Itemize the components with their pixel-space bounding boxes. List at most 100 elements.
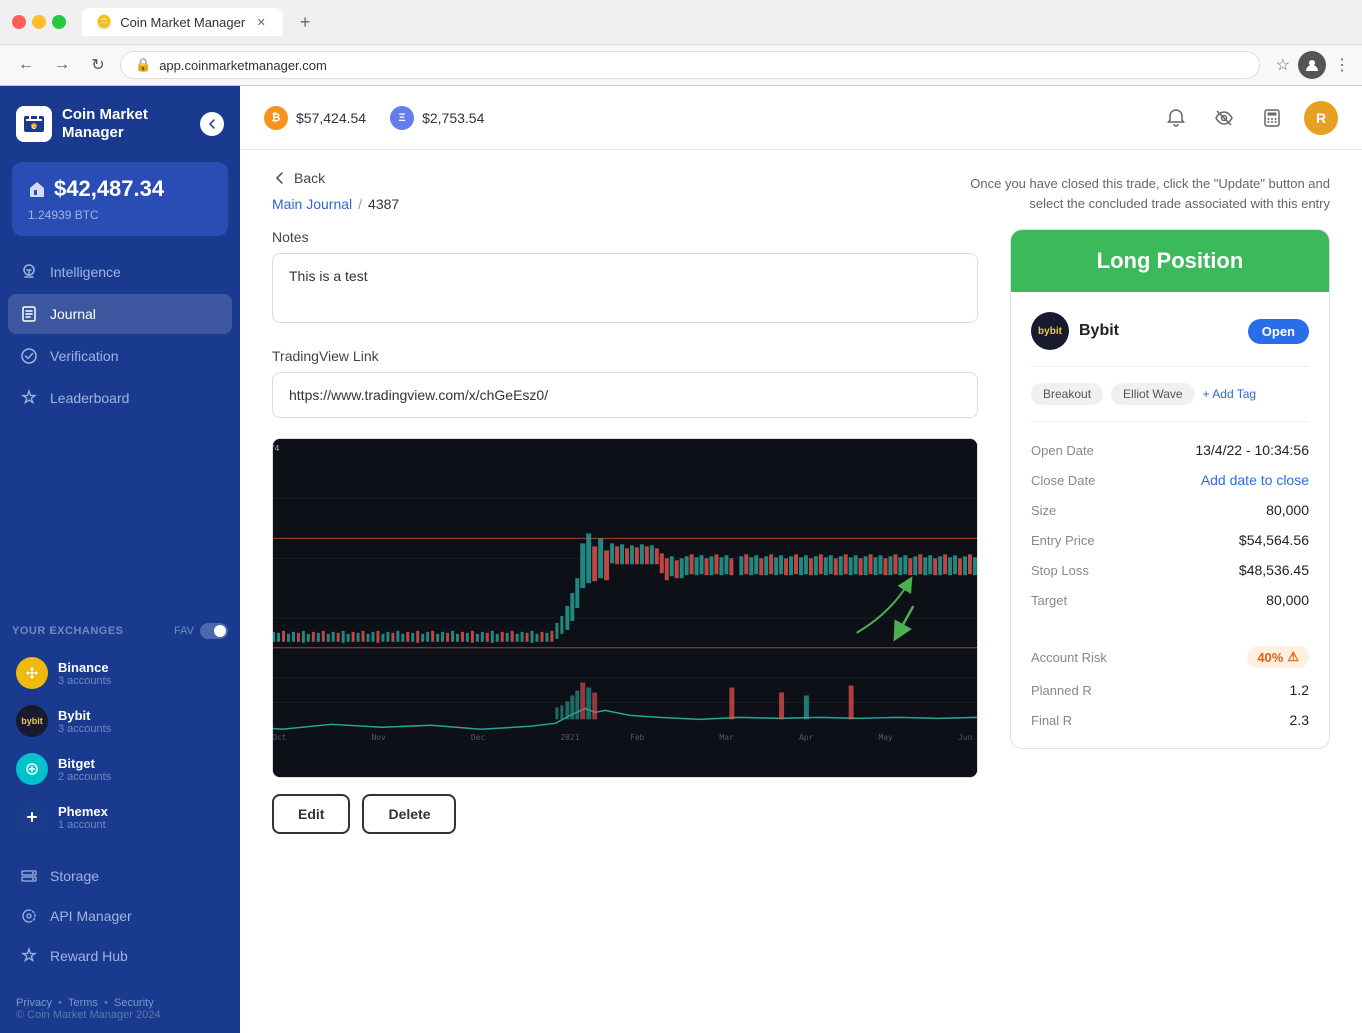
risk-warning-icon: ⚠: [1287, 649, 1299, 665]
account-risk-value: 40%: [1257, 650, 1283, 665]
bitget-accounts: 2 accounts: [58, 771, 224, 783]
hide-icon[interactable]: [1208, 102, 1240, 134]
entry-price-row: Entry Price $54,564.56: [1031, 532, 1309, 548]
back-arrow-icon: [272, 170, 288, 186]
page-content: Back Main Journal / 4387 Once you have c…: [240, 150, 1362, 1033]
logo-text: Coin Market Manager: [62, 106, 148, 142]
back-label: Back: [294, 170, 325, 186]
sidebar-item-intelligence[interactable]: Intelligence: [8, 252, 232, 292]
open-date-row: Open Date 13/4/22 - 10:34:56: [1031, 442, 1309, 458]
planned-r-value: 1.2: [1290, 682, 1309, 698]
delete-button[interactable]: Delete: [362, 794, 456, 834]
exchange-row: bybit Bybit Open: [1031, 312, 1309, 367]
new-tab-button[interactable]: +: [291, 8, 319, 36]
user-avatar-button[interactable]: R: [1304, 101, 1338, 135]
final-r-value: 2.3: [1290, 712, 1309, 728]
chrome-menu-icon[interactable]: ⋮: [1334, 55, 1350, 75]
forward-navigation-button[interactable]: →: [48, 51, 76, 79]
breadcrumb-parent[interactable]: Main Journal: [272, 196, 352, 212]
close-date-label: Close Date: [1031, 473, 1095, 488]
breadcrumb-area: Back Main Journal / 4387: [272, 170, 399, 212]
svg-text:C: C: [32, 125, 36, 131]
trade-right: Long Position bybit Bybit Open: [1010, 229, 1330, 749]
footer-privacy-link[interactable]: Privacy: [16, 997, 52, 1009]
exchange-bybit[interactable]: bybit Bybit 3 accounts: [12, 697, 228, 745]
intelligence-label: Intelligence: [50, 264, 121, 280]
back-button[interactable]: Back: [272, 170, 399, 186]
exchange-bitget[interactable]: Bitget 2 accounts: [12, 745, 228, 793]
account-risk-row: Account Risk 40% ⚠: [1031, 646, 1309, 668]
edit-button[interactable]: Edit: [272, 794, 350, 834]
tab-close-button[interactable]: ✕: [253, 14, 269, 30]
sidebar-item-reward-hub[interactable]: Reward Hub: [8, 937, 232, 975]
journal-icon: [20, 305, 38, 323]
toggle-switch[interactable]: [200, 623, 228, 639]
close-date-value[interactable]: Add date to close: [1201, 472, 1309, 488]
back-navigation-button[interactable]: ←: [12, 51, 40, 79]
app-container: C Coin Market Manager $42,: [0, 86, 1362, 1033]
notes-section: Notes This is a test: [272, 229, 978, 328]
fav-toggle[interactable]: FAV: [174, 623, 228, 639]
sidebar-item-storage[interactable]: Storage: [8, 857, 232, 895]
bookmark-icon[interactable]: ☆: [1276, 55, 1290, 75]
verification-label: Verification: [50, 348, 118, 364]
calculator-icon[interactable]: [1256, 102, 1288, 134]
notifications-button[interactable]: [1160, 102, 1192, 134]
sidebar-item-journal[interactable]: Journal: [8, 294, 232, 334]
final-r-row: Final R 2.3: [1031, 712, 1309, 728]
fav-label: FAV: [174, 625, 194, 637]
profile-avatar-chrome[interactable]: [1298, 51, 1326, 79]
balance-btc: 1.24939 BTC: [28, 208, 212, 222]
browser-tab[interactable]: 🪙 Coin Market Manager ✕: [82, 8, 283, 36]
tradingview-label: TradingView Link: [272, 348, 978, 364]
svg-text:Dec: Dec: [471, 733, 486, 742]
bitget-name: Bitget: [58, 756, 224, 771]
logo-content: C Coin Market Manager: [16, 106, 148, 142]
close-window-button[interactable]: [12, 15, 26, 29]
svg-text:Mar: Mar: [719, 733, 734, 742]
target-value: 80,000: [1266, 592, 1309, 608]
storage-icon: [20, 867, 38, 885]
binance-logo: [16, 657, 48, 689]
intelligence-icon: [20, 263, 38, 281]
browser-titlebar: 🪙 Coin Market Manager ✕ +: [0, 0, 1362, 44]
sidebar-nav: Intelligence Journal Verification: [0, 252, 240, 615]
btc-price: $57,424.54: [296, 110, 366, 126]
trade-panel-title: Long Position: [1035, 248, 1305, 274]
tag-elliot-wave: Elliot Wave: [1111, 383, 1195, 405]
exchange-binance[interactable]: Binance 3 accounts: [12, 649, 228, 697]
exchange-phemex[interactable]: Phemex 1 account: [12, 793, 228, 841]
maximize-window-button[interactable]: [52, 15, 66, 29]
phemex-accounts: 1 account: [58, 819, 224, 831]
tradingview-input[interactable]: [272, 372, 978, 418]
sidebar-item-leaderboard[interactable]: Leaderboard: [8, 378, 232, 418]
sidebar-collapse-button[interactable]: [200, 112, 224, 136]
refresh-button[interactable]: ↻: [84, 51, 112, 79]
balance-amount: $42,487.34: [54, 176, 164, 202]
reward-hub-label: Reward Hub: [50, 948, 128, 964]
phemex-info: Phemex 1 account: [58, 804, 224, 831]
browser-toolbar: ← → ↻ 🔒 app.coinmarketmanager.com ☆ ⋮: [0, 44, 1362, 85]
add-tag-button[interactable]: + Add Tag: [1203, 387, 1257, 401]
bitget-logo: [16, 753, 48, 785]
account-risk-label: Account Risk: [1031, 650, 1107, 665]
sidebar-item-api-manager[interactable]: API Manager: [8, 897, 232, 935]
sidebar-logo: C Coin Market Manager: [0, 86, 240, 162]
topbar: ₿ $57,424.54 Ξ $2,753.54: [240, 86, 1362, 150]
exchange-info-row: bybit Bybit: [1031, 312, 1119, 350]
sidebar-bottom-nav: Storage API Manager Reward Hub: [0, 849, 240, 985]
browser-chrome: 🪙 Coin Market Manager ✕ + ← → ↻ 🔒 app.co…: [0, 0, 1362, 86]
sidebar-item-verification[interactable]: Verification: [8, 336, 232, 376]
minimize-window-button[interactable]: [32, 15, 46, 29]
trade-left: Notes This is a test TradingView Link: [272, 229, 978, 834]
planned-r-label: Planned R: [1031, 683, 1092, 698]
bitget-info: Bitget 2 accounts: [58, 756, 224, 783]
home-icon: [28, 180, 46, 198]
entry-price-value: $54,564.56: [1239, 532, 1309, 548]
footer-terms-link[interactable]: Terms: [68, 997, 98, 1009]
browser-action-icons: ☆ ⋮: [1276, 51, 1350, 79]
trade-panel: Long Position bybit Bybit Open: [1010, 229, 1330, 749]
notes-input[interactable]: This is a test: [272, 253, 978, 323]
address-bar[interactable]: 🔒 app.coinmarketmanager.com: [120, 51, 1260, 79]
footer-security-link[interactable]: Security: [114, 997, 154, 1009]
